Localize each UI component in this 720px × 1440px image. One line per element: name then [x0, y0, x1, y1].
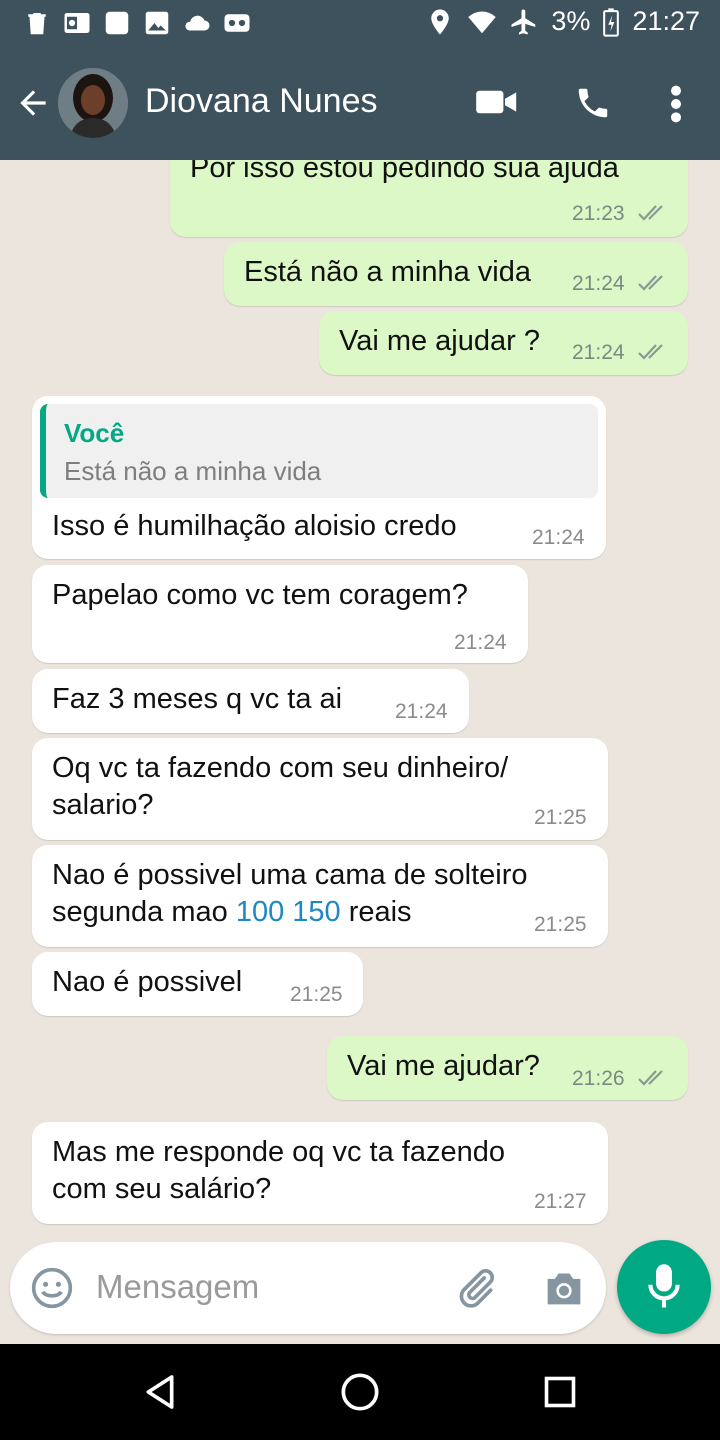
- avatar-image: [58, 68, 128, 138]
- message-text-line2: segunda mao 100 150 reais: [52, 894, 412, 931]
- trash-icon: [28, 13, 46, 35]
- nav-back-icon[interactable]: [140, 1372, 180, 1412]
- message-time: 21:24: [532, 526, 585, 549]
- message-bubble[interactable]: Você Está não a minha vida Isso é humilh…: [32, 396, 606, 559]
- message-bubble[interactable]: Está não a minha vida 21:24: [224, 242, 688, 306]
- emoji-icon[interactable]: [30, 1266, 74, 1310]
- navigation-bar: [0, 1344, 720, 1440]
- message-time: 21:25: [290, 983, 343, 1006]
- chat-header: Diovana Nunes: [0, 48, 720, 160]
- message-bubble[interactable]: Mas me responde oq vc ta fazendo com seu…: [32, 1122, 608, 1224]
- message-text: Vai me ajudar ?: [339, 325, 540, 357]
- message-text: Isso é humilhação aloisio credo: [52, 510, 457, 542]
- message-time: 21:24: [454, 631, 507, 654]
- voicemail-icon: [224, 14, 250, 32]
- phone-number-link[interactable]: 100 150: [236, 896, 341, 928]
- avatar[interactable]: [58, 68, 128, 138]
- back-arrow-icon[interactable]: [14, 84, 52, 122]
- message-text: Está não a minha vida: [244, 256, 531, 288]
- message-text-line1: Mas me responde oq vc ta fazendo: [52, 1136, 505, 1168]
- quote-author: Você: [64, 418, 125, 448]
- message-time: 21:25: [534, 913, 587, 936]
- text-segment: reais: [340, 896, 412, 928]
- read-ticks-icon: [638, 275, 663, 291]
- message-text-line2: com seu salário?: [52, 1173, 272, 1205]
- message-bubble[interactable]: Nao é possivel 21:25: [32, 952, 363, 1016]
- read-ticks-icon: [638, 205, 663, 221]
- mic-icon: [648, 1264, 680, 1308]
- attach-icon[interactable]: [454, 1266, 498, 1310]
- read-ticks-icon: [638, 344, 663, 360]
- message-bubble[interactable]: Papelao como vc tem coragem? 21:24: [32, 565, 528, 663]
- contact-name[interactable]: Diovana Nunes: [145, 82, 377, 121]
- nav-home-icon[interactable]: [340, 1372, 380, 1412]
- message-time: 21:25: [534, 806, 587, 829]
- wifi-icon: [468, 11, 497, 33]
- read-ticks-icon: [638, 1070, 663, 1086]
- airplane-icon: [511, 9, 536, 34]
- message-text: Vai me ajudar?: [347, 1050, 540, 1082]
- more-options-icon[interactable]: [664, 84, 688, 124]
- nav-recent-icon[interactable]: [542, 1374, 578, 1410]
- message-text: Nao é possivel: [52, 966, 243, 998]
- message-bubble[interactable]: Nao é possivel uma cama de solteiro segu…: [32, 845, 608, 947]
- cloud-icon: [185, 15, 210, 31]
- message-text: Por isso estou pedindo sua ajuda: [190, 160, 619, 184]
- phone-icon[interactable]: [574, 84, 612, 122]
- clock: 21:27: [632, 6, 700, 36]
- message-time: 21:24: [572, 341, 625, 364]
- message-time: 21:26: [572, 1067, 625, 1090]
- message-text-line2: salario?: [52, 789, 154, 821]
- location-icon: [431, 9, 450, 34]
- outlook-icon: [64, 13, 90, 33]
- message-time: 21:27: [534, 1190, 587, 1213]
- battery-percentage: 3%: [551, 6, 591, 36]
- message-bubble[interactable]: Vai me ajudar? 21:26: [327, 1036, 688, 1100]
- voice-record-button[interactable]: [617, 1240, 711, 1334]
- message-text-line1: Nao é possivel uma cama de solteiro: [52, 859, 528, 891]
- chat-area[interactable]: Por isso estou pedindo sua ajuda 21:23 E…: [0, 160, 720, 1344]
- battery-icon: [603, 7, 620, 37]
- gallery-icon: [145, 11, 169, 35]
- message-time: 21:23: [572, 202, 625, 225]
- text-segment: segunda mao: [52, 896, 236, 928]
- message-text-line1: Oq vc ta fazendo com seu dinheiro/: [52, 752, 509, 784]
- app-icon: [105, 11, 129, 35]
- message-input[interactable]: [96, 1264, 426, 1310]
- message-text: Faz 3 meses q vc ta ai: [52, 683, 343, 715]
- quote-text: Está não a minha vida: [64, 456, 322, 486]
- quoted-message[interactable]: Você Está não a minha vida: [40, 404, 598, 498]
- message-bubble[interactable]: Vai me ajudar ? 21:24: [319, 311, 688, 375]
- status-bar: 3% 21:27: [0, 0, 720, 48]
- message-bubble[interactable]: Por isso estou pedindo sua ajuda 21:23: [170, 160, 688, 237]
- camera-icon[interactable]: [542, 1268, 586, 1308]
- message-composer: [10, 1242, 606, 1334]
- message-text: Papelao como vc tem coragem?: [52, 579, 468, 611]
- message-bubble[interactable]: Oq vc ta fazendo com seu dinheiro/ salar…: [32, 738, 608, 840]
- message-time: 21:24: [395, 700, 448, 723]
- message-bubble[interactable]: Faz 3 meses q vc ta ai 21:24: [32, 669, 469, 733]
- video-call-icon[interactable]: [476, 86, 518, 118]
- message-time: 21:24: [572, 272, 625, 295]
